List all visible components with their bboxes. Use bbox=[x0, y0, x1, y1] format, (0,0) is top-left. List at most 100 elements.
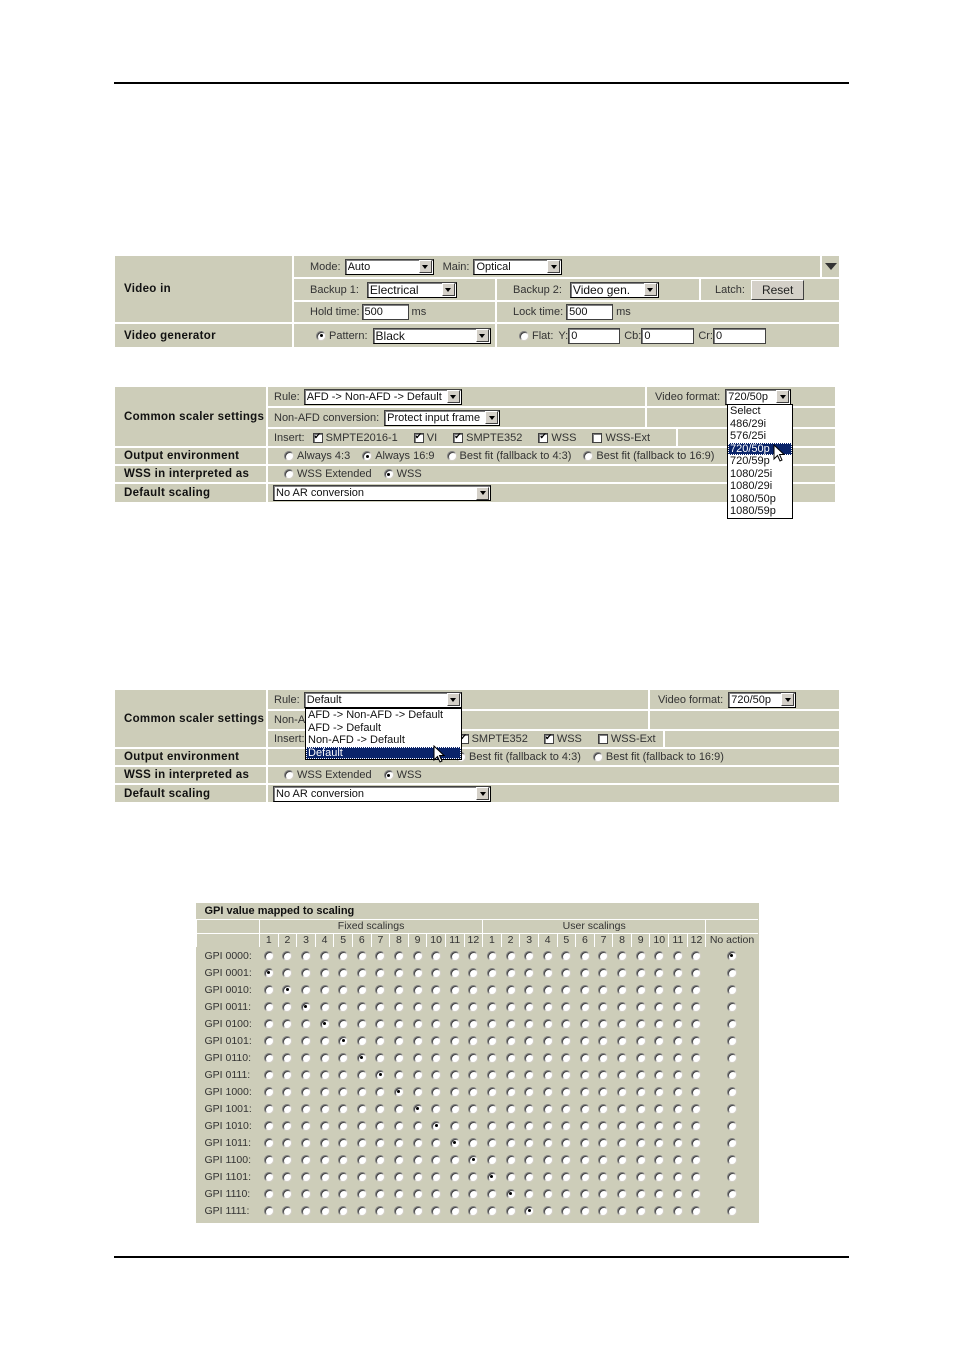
gpi-scaling-radio[interactable] bbox=[263, 1069, 274, 1080]
gpi-scaling-radio[interactable] bbox=[393, 1069, 404, 1080]
gpi-scaling-radio[interactable] bbox=[319, 1120, 330, 1131]
gpi-scaling-radio[interactable] bbox=[338, 1171, 349, 1182]
gpi-scaling-radio[interactable] bbox=[263, 1052, 274, 1063]
gpi-scaling-radio[interactable] bbox=[635, 1120, 646, 1131]
gpi-scaling-radio[interactable] bbox=[524, 1086, 535, 1097]
gpi-scaling-radio[interactable] bbox=[524, 1018, 535, 1029]
gpi-scaling-radio[interactable] bbox=[672, 1154, 683, 1165]
gpi-scaling-radio[interactable] bbox=[691, 1154, 702, 1165]
gpi-scaling-radio[interactable] bbox=[561, 1001, 572, 1012]
gpi-scaling-radio[interactable] bbox=[726, 984, 737, 995]
gpi-scaling-radio[interactable] bbox=[431, 1069, 442, 1080]
default-scaling-select[interactable]: No AR conversion bbox=[273, 485, 491, 501]
gpi-scaling-radio[interactable] bbox=[486, 1103, 497, 1114]
y-input[interactable]: 0 bbox=[568, 327, 621, 344]
gpi-scaling-radio[interactable] bbox=[635, 1086, 646, 1097]
gpi-scaling-radio[interactable] bbox=[561, 1120, 572, 1131]
wss-checkbox[interactable] bbox=[538, 431, 549, 443]
gpi-scaling-radio[interactable] bbox=[393, 1120, 404, 1131]
gpi-scaling-radio[interactable] bbox=[598, 1001, 609, 1012]
cb-input[interactable]: 0 bbox=[641, 327, 695, 344]
gpi-scaling-radio[interactable] bbox=[375, 1137, 386, 1148]
gpi-scaling-radio[interactable] bbox=[319, 1154, 330, 1165]
gpi-scaling-radio[interactable] bbox=[561, 967, 572, 978]
gpi-scaling-radio[interactable] bbox=[691, 950, 702, 961]
gpi-scaling-radio[interactable] bbox=[617, 1205, 628, 1216]
gpi-scaling-radio[interactable] bbox=[393, 1154, 404, 1165]
gpi-scaling-radio[interactable] bbox=[263, 1086, 274, 1097]
gpi-scaling-radio[interactable] bbox=[486, 984, 497, 995]
gpi-scaling-radio[interactable] bbox=[282, 1137, 293, 1148]
gpi-scaling-radio[interactable] bbox=[393, 984, 404, 995]
gpi-scaling-radio[interactable] bbox=[635, 1018, 646, 1029]
gpi-scaling-radio[interactable] bbox=[561, 1035, 572, 1046]
gpi-scaling-radio[interactable] bbox=[561, 1103, 572, 1114]
gpi-scaling-radio[interactable] bbox=[505, 984, 516, 995]
gpi-scaling-radio[interactable] bbox=[561, 984, 572, 995]
gpi-scaling-radio[interactable] bbox=[672, 967, 683, 978]
gpi-scaling-radio[interactable] bbox=[635, 984, 646, 995]
gpi-scaling-radio[interactable] bbox=[579, 1069, 590, 1080]
gpi-scaling-radio[interactable] bbox=[356, 1188, 367, 1199]
bestfit-169-radio[interactable] bbox=[592, 752, 603, 762]
gpi-scaling-radio[interactable] bbox=[486, 1137, 497, 1148]
gpi-scaling-radio[interactable] bbox=[375, 1171, 386, 1182]
gpi-scaling-radio[interactable] bbox=[468, 950, 479, 961]
gpi-scaling-radio[interactable] bbox=[561, 1052, 572, 1063]
rule-option[interactable]: AFD -> Default bbox=[306, 722, 461, 735]
gpi-scaling-radio[interactable] bbox=[561, 1188, 572, 1199]
gpi-scaling-radio[interactable] bbox=[524, 1052, 535, 1063]
gpi-scaling-radio[interactable] bbox=[486, 1120, 497, 1131]
gpi-scaling-radio[interactable] bbox=[356, 1086, 367, 1097]
gpi-scaling-radio[interactable] bbox=[726, 1188, 737, 1199]
gpi-scaling-radio[interactable] bbox=[412, 1171, 423, 1182]
gpi-scaling-radio[interactable] bbox=[691, 967, 702, 978]
gpi-scaling-radio[interactable] bbox=[617, 1103, 628, 1114]
gpi-scaling-radio[interactable] bbox=[300, 1001, 311, 1012]
gpi-scaling-radio[interactable] bbox=[263, 1171, 274, 1182]
gpi-scaling-radio[interactable] bbox=[431, 1052, 442, 1063]
gpi-scaling-radio[interactable] bbox=[319, 1001, 330, 1012]
gpi-scaling-radio[interactable] bbox=[468, 1001, 479, 1012]
gpi-scaling-radio[interactable] bbox=[617, 1171, 628, 1182]
always-169-radio[interactable] bbox=[362, 451, 373, 461]
gpi-scaling-radio[interactable] bbox=[338, 1001, 349, 1012]
gpi-scaling-radio[interactable] bbox=[375, 1086, 386, 1097]
gpi-scaling-radio[interactable] bbox=[726, 1171, 737, 1182]
gpi-scaling-radio[interactable] bbox=[505, 1069, 516, 1080]
reset-button[interactable]: Reset bbox=[750, 279, 805, 300]
gpi-scaling-radio[interactable] bbox=[635, 1137, 646, 1148]
gpi-scaling-radio[interactable] bbox=[412, 1001, 423, 1012]
rule-select[interactable]: AFD -> Non-AFD -> Default bbox=[303, 388, 462, 405]
gpi-scaling-radio[interactable] bbox=[542, 967, 553, 978]
gpi-scaling-radio[interactable] bbox=[431, 1001, 442, 1012]
gpi-scaling-radio[interactable] bbox=[598, 1069, 609, 1080]
gpi-scaling-radio[interactable] bbox=[654, 1188, 665, 1199]
gpi-scaling-radio[interactable] bbox=[598, 984, 609, 995]
gpi-scaling-radio[interactable] bbox=[542, 984, 553, 995]
gpi-scaling-radio[interactable] bbox=[505, 1137, 516, 1148]
gpi-scaling-radio[interactable] bbox=[635, 1001, 646, 1012]
lock-time-input[interactable]: 500 bbox=[566, 304, 614, 320]
gpi-scaling-radio[interactable] bbox=[654, 1035, 665, 1046]
gpi-scaling-radio[interactable] bbox=[617, 1154, 628, 1165]
gpi-scaling-radio[interactable] bbox=[505, 1001, 516, 1012]
gpi-scaling-radio[interactable] bbox=[635, 1154, 646, 1165]
gpi-scaling-radio[interactable] bbox=[431, 1205, 442, 1216]
gpi-scaling-radio[interactable] bbox=[449, 1052, 460, 1063]
gpi-scaling-radio[interactable] bbox=[654, 1171, 665, 1182]
gpi-scaling-radio[interactable] bbox=[338, 1188, 349, 1199]
gpi-scaling-radio[interactable] bbox=[579, 984, 590, 995]
gpi-scaling-radio[interactable] bbox=[300, 1035, 311, 1046]
gpi-scaling-radio[interactable] bbox=[282, 1035, 293, 1046]
gpi-scaling-radio[interactable] bbox=[654, 1103, 665, 1114]
gpi-scaling-radio[interactable] bbox=[654, 984, 665, 995]
gpi-scaling-radio[interactable] bbox=[542, 1086, 553, 1097]
gpi-scaling-radio[interactable] bbox=[598, 1018, 609, 1029]
gpi-scaling-radio[interactable] bbox=[263, 1120, 274, 1131]
gpi-scaling-radio[interactable] bbox=[319, 1188, 330, 1199]
gpi-scaling-radio[interactable] bbox=[672, 1171, 683, 1182]
gpi-scaling-radio[interactable] bbox=[300, 1018, 311, 1029]
gpi-scaling-radio[interactable] bbox=[726, 950, 737, 961]
gpi-scaling-radio[interactable] bbox=[449, 1188, 460, 1199]
